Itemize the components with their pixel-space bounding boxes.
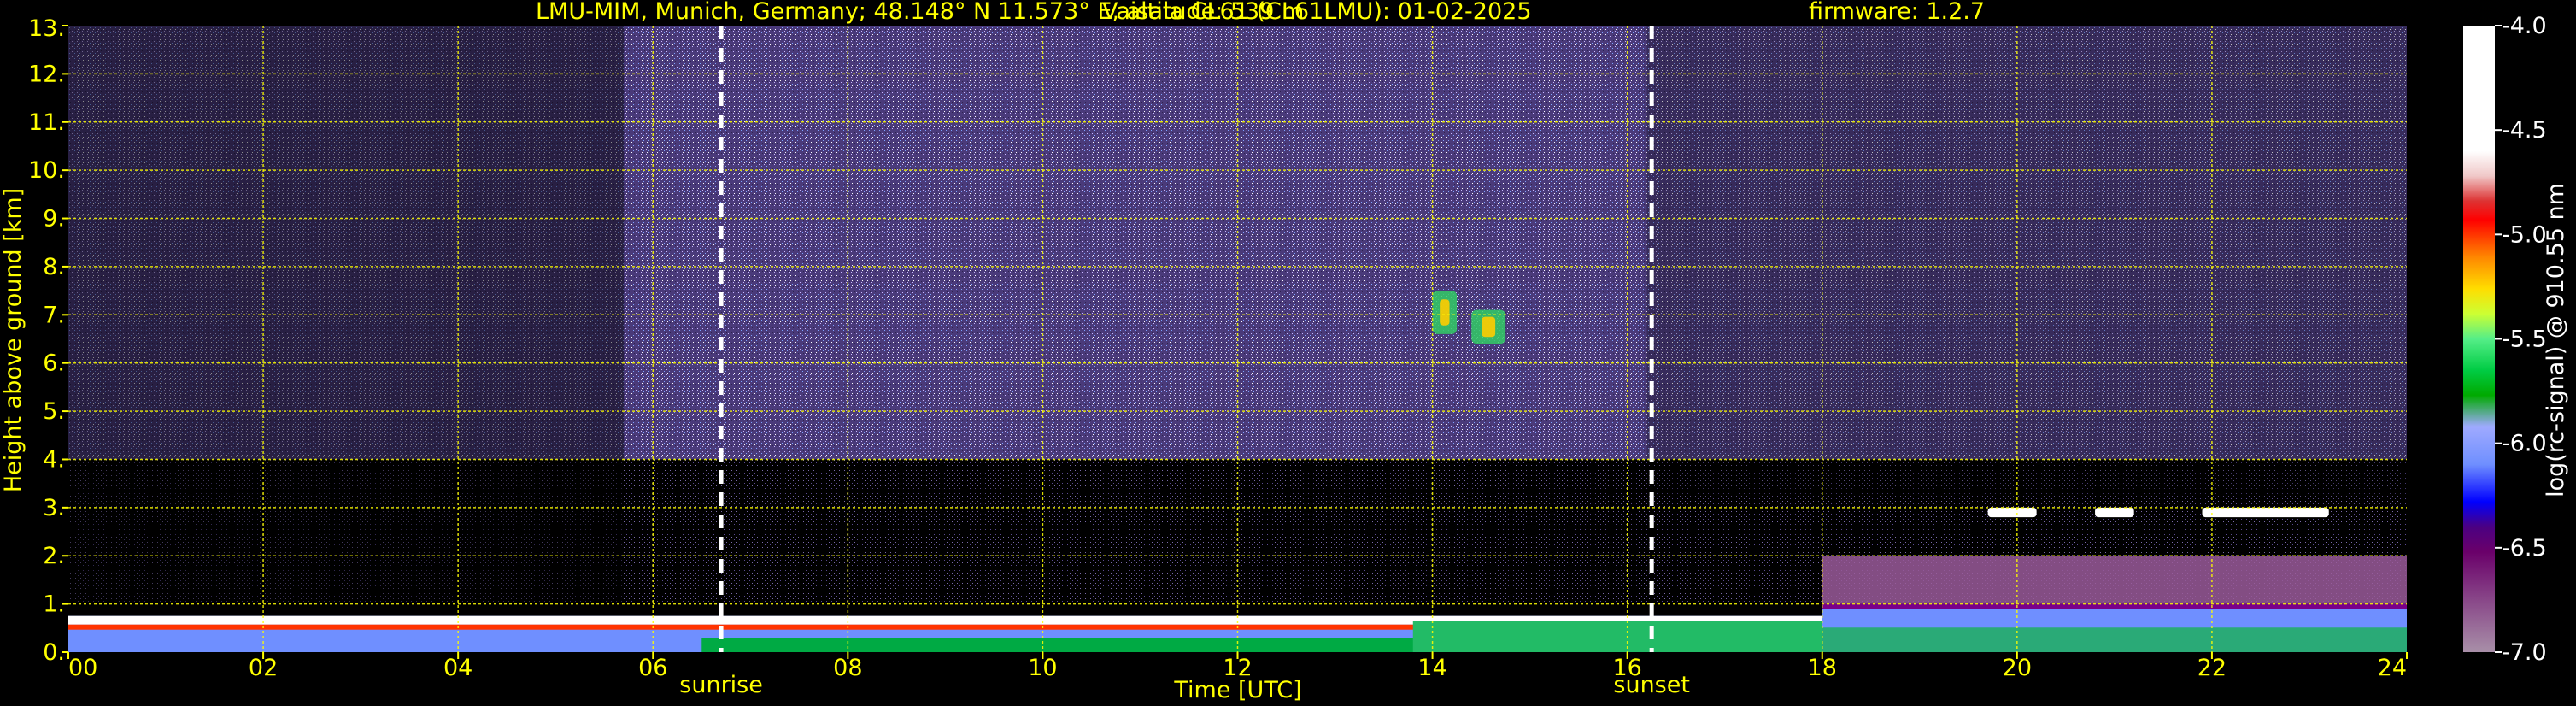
colorbar-label: log(rc-signal) @ 910.55 nm xyxy=(2543,183,2569,497)
y-axis-label: Height above ground [km] xyxy=(0,188,26,492)
chart-title-instrument: Vaisala CL61 (CL61LMU): 01-02-2025 xyxy=(1102,0,1532,25)
x-tick-label-10: 10 xyxy=(1028,655,1057,681)
y-tick-label-8: 8. xyxy=(43,254,65,280)
y-axis: 0. 1. 2. 3. 4. 5. 6. 7. 8. 9. 10. 11. 12. 13. xyxy=(28,15,68,666)
chart-title-firmware: firmware: 1.2.7 xyxy=(1809,0,1985,25)
cloud-base-segment-3 xyxy=(2202,507,2329,518)
x-tick-label-06: 06 xyxy=(638,655,667,681)
y-tick-label-6: 6. xyxy=(43,350,65,377)
x-tick-label-20: 20 xyxy=(2003,655,2032,681)
y-tick-label-13: 13. xyxy=(28,15,65,42)
night-shade-evening xyxy=(1646,26,2407,498)
x-axis-label: Time [UTC] xyxy=(1173,677,1301,703)
x-tick-label-14: 14 xyxy=(1417,655,1446,681)
colorbar-tick-label--5.5: -5.5 xyxy=(2502,327,2547,353)
cirrus-cloud-1-core xyxy=(1440,299,1450,326)
cloud-base-segment-2 xyxy=(2095,507,2134,518)
colorbar-tick-label--6.5: -6.5 xyxy=(2502,535,2547,562)
colorbar-tick-label--4.0: -4.0 xyxy=(2502,13,2547,39)
y-tick-label-4: 4. xyxy=(43,446,65,473)
x-tick-label-18: 18 xyxy=(1808,655,1837,681)
lidar-chart: LMU-MIM, Munich, Germany; 48.148° N 11.5… xyxy=(0,0,2569,703)
y-tick-label-7: 7. xyxy=(43,302,65,328)
y-tick-label-11: 11. xyxy=(28,109,65,136)
colorbar-tick-label--7.0: -7.0 xyxy=(2502,639,2547,666)
y-tick-label-9: 9. xyxy=(43,206,65,232)
boundary-layer-green-afternoon xyxy=(1412,621,1822,652)
x-tick-label-02: 02 xyxy=(249,655,278,681)
colorbar-scale xyxy=(2463,26,2495,652)
y-tick-label-0: 0. xyxy=(43,639,65,666)
x-tick-label-22: 22 xyxy=(2198,655,2227,681)
x-tick-label-16: 16 xyxy=(1612,655,1641,681)
x-tick-label-08: 08 xyxy=(833,655,862,681)
cirrus-cloud-2-core xyxy=(1482,316,1496,338)
colorbar xyxy=(2463,26,2495,652)
y-tick-label-12: 12. xyxy=(28,61,65,87)
y-tick-label-3: 3. xyxy=(43,495,65,521)
y-tick-label-10: 10. xyxy=(28,157,65,184)
x-tick-label-04: 04 xyxy=(443,655,472,681)
colorbar-ticks: -4.0 -4.5 -5.0 -5.5 -6.0 -6.5 -7.0 xyxy=(2495,13,2547,666)
y-tick-label-2: 2. xyxy=(43,543,65,569)
y-tick-label-1: 1. xyxy=(43,591,65,618)
elevated-layer-blue xyxy=(1822,609,2407,628)
colorbar-tick-label--4.5: -4.5 xyxy=(2502,117,2547,144)
sunrise-label: sunrise xyxy=(679,672,763,698)
y-tick-label-5: 5. xyxy=(43,398,65,425)
x-tick-label-00: 00 xyxy=(68,655,97,681)
x-tick-label-24: 24 xyxy=(2378,655,2407,681)
cloud-base-segment-1 xyxy=(1987,507,2037,518)
colorbar-tick-label--6.0: -6.0 xyxy=(2502,431,2547,457)
colorbar-tick-label--5.0: -5.0 xyxy=(2502,221,2547,248)
elevated-layer-upper xyxy=(1822,556,2407,604)
